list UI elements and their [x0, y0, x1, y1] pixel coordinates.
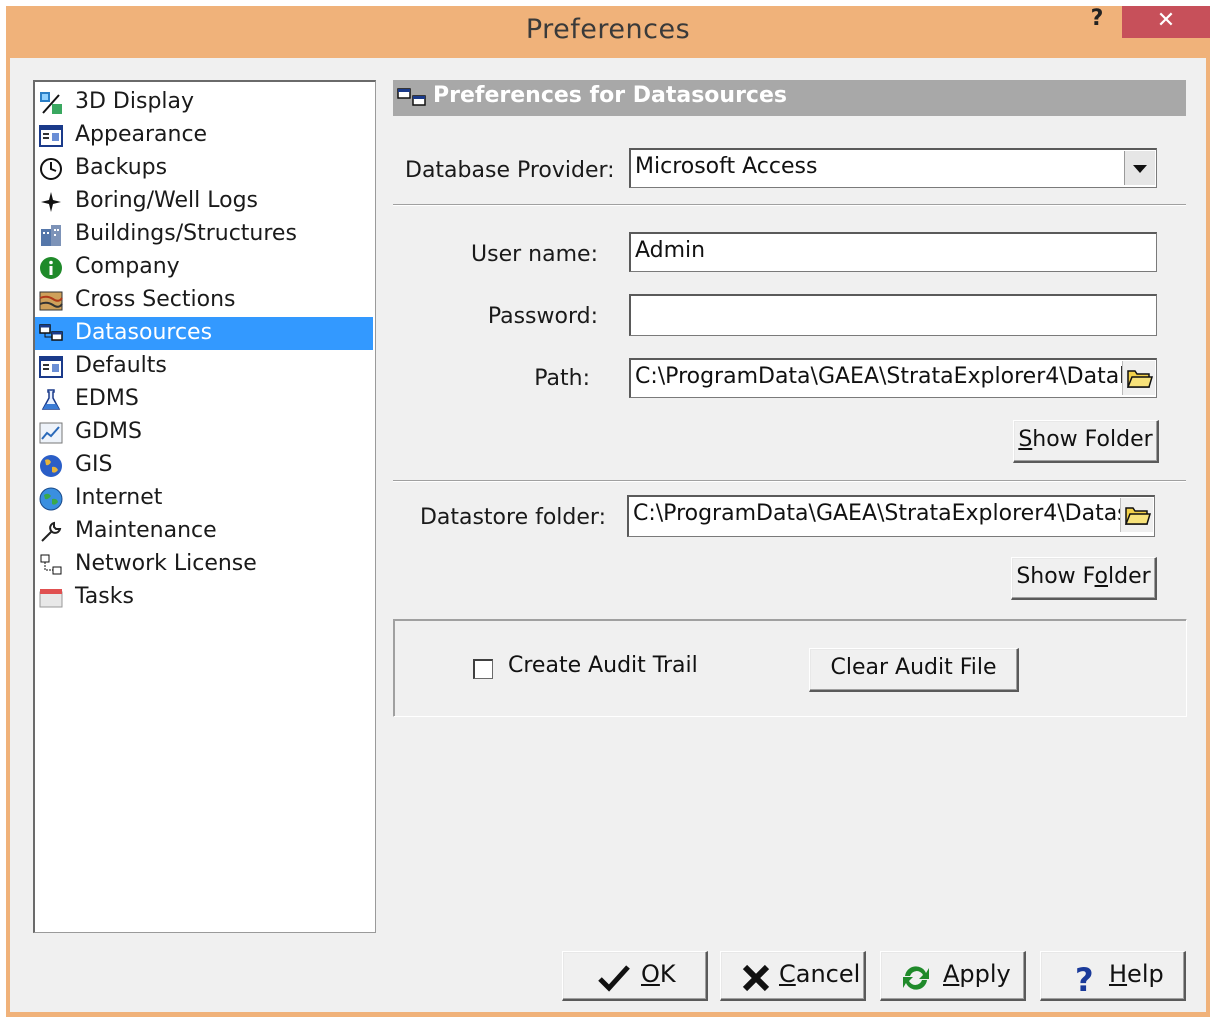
flask-icon	[41, 389, 61, 410]
divider	[393, 204, 1186, 206]
section-header-title: Preferences for Datasources	[433, 83, 787, 108]
create-audit-trail-checkbox[interactable]	[473, 659, 493, 679]
internet-globe-icon	[39, 487, 63, 511]
datasources-icon	[39, 324, 63, 341]
preferences-category-list[interactable]: 3D Display Appearance Backups Boring/Wel…	[33, 80, 376, 933]
clock-icon	[40, 158, 62, 180]
ok-button[interactable]: OK	[562, 951, 708, 1001]
browse-datastore-button[interactable]	[1120, 498, 1153, 532]
folder-icon	[1126, 370, 1154, 388]
divider	[393, 480, 1186, 482]
sidebar-item-3d-display[interactable]: 3D Display	[35, 86, 373, 119]
globe-icon	[40, 455, 62, 477]
path-field[interactable]: C:\ProgramData\GAEA\StrataExplorer4\Data…	[629, 358, 1157, 398]
provider-label: Database Provider:	[405, 158, 615, 183]
sidebar-item-buildings-structures[interactable]: Buildings/Structures	[35, 218, 373, 251]
appearance-icon	[39, 125, 63, 147]
sidebar-item-label: Cross Sections	[75, 287, 236, 312]
boring-star-icon	[41, 192, 61, 212]
sidebar-item-gdms[interactable]: GDMS	[35, 416, 373, 449]
sidebar-item-label: GIS	[75, 452, 113, 477]
sidebar-item-label: Appearance	[75, 122, 208, 147]
sidebar-item-datasources[interactable]: Datasources	[35, 317, 373, 350]
dialog-client-area: 3D Display Appearance Backups Boring/Wel…	[10, 58, 1206, 1012]
tasks-icon	[39, 589, 63, 608]
sidebar-item-network-license[interactable]: Network License	[35, 548, 373, 581]
sidebar-item-gis[interactable]: GIS	[35, 449, 373, 482]
sidebar-item-tasks[interactable]: Tasks	[35, 581, 373, 614]
window-title: Preferences	[525, 14, 691, 45]
username-value: Admin	[635, 238, 706, 263]
title-bar[interactable]: Preferences ? ✕	[6, 6, 1210, 58]
datastore-value: C:\ProgramData\GAEA\StrataExplorer4\Data…	[633, 501, 1138, 526]
show-folder-button[interactable]: Show Folder	[1013, 420, 1159, 463]
refresh-icon	[903, 966, 929, 990]
sidebar-item-label: Maintenance	[75, 518, 217, 543]
3d-display-icon	[40, 92, 62, 114]
buildings-icon	[41, 225, 61, 246]
sidebar-item-label: Company	[75, 254, 180, 279]
create-audit-trail-label: Create Audit Trail	[508, 653, 698, 678]
checkmark-icon	[598, 965, 630, 992]
svg-text:?: ?	[1075, 962, 1094, 994]
network-icon	[40, 554, 62, 575]
chart-icon	[39, 422, 63, 444]
wrench-icon	[41, 521, 62, 542]
sidebar-item-label: Network License	[75, 551, 257, 576]
preferences-window: Preferences ? ✕ 3D Display Appearance Ba…	[6, 6, 1210, 1017]
folder-icon	[1124, 507, 1152, 525]
browse-path-button[interactable]	[1122, 361, 1155, 395]
datasources-icon	[397, 88, 426, 106]
provider-value: Microsoft Access	[635, 154, 818, 179]
password-field[interactable]	[629, 294, 1157, 336]
sidebar-item-label: Buildings/Structures	[75, 221, 297, 246]
username-label: User name:	[471, 242, 598, 267]
section-header: Preferences for Datasources	[393, 80, 1186, 116]
sidebar-item-label: Defaults	[75, 353, 167, 378]
chevron-down-icon[interactable]	[1124, 151, 1155, 185]
datastore-folder-field[interactable]: C:\ProgramData\GAEA\StrataExplorer4\Data…	[627, 495, 1155, 537]
clear-audit-file-button[interactable]: Clear Audit File	[809, 648, 1019, 692]
password-label: Password:	[487, 304, 598, 329]
apply-button[interactable]: Apply	[880, 951, 1026, 1001]
defaults-icon	[39, 356, 63, 378]
database-provider-select[interactable]: Microsoft Access	[629, 148, 1157, 188]
sidebar-item-label: Backups	[75, 155, 168, 180]
sidebar-item-company[interactable]: Company	[35, 251, 373, 284]
sidebar-item-boring-well-logs[interactable]: Boring/Well Logs	[35, 185, 373, 218]
sidebar-item-internet[interactable]: Internet	[35, 482, 373, 515]
sidebar-item-cross-sections[interactable]: Cross Sections	[35, 284, 373, 317]
datastore-label: Datastore folder:	[419, 505, 606, 530]
info-icon	[40, 257, 62, 279]
sidebar-item-backups[interactable]: Backups	[35, 152, 373, 185]
help-button[interactable]: ? Help	[1040, 951, 1186, 1001]
sidebar-item-defaults[interactable]: Defaults	[35, 350, 373, 383]
close-button[interactable]: ✕	[1122, 6, 1210, 38]
path-value: C:\ProgramData\GAEA\StrataExplorer4\Data…	[635, 364, 1147, 389]
sidebar-item-label: 3D Display	[75, 89, 195, 114]
cancel-button[interactable]: Cancel	[720, 951, 866, 1001]
audit-group: Create Audit Trail Clear Audit File	[393, 619, 1187, 717]
sidebar-item-label: Tasks	[75, 584, 134, 609]
sidebar-item-label: Boring/Well Logs	[75, 188, 259, 213]
path-label: Path:	[534, 366, 590, 391]
sidebar-item-label: GDMS	[75, 419, 142, 444]
sidebar-item-label: Internet	[75, 485, 163, 510]
cross-sections-icon	[39, 291, 63, 311]
sidebar-item-maintenance[interactable]: Maintenance	[35, 515, 373, 548]
show-datastore-folder-button[interactable]: Show Folder	[1011, 557, 1157, 600]
sidebar-item-label: EDMS	[75, 386, 139, 411]
help-question-icon: ?	[1075, 962, 1094, 994]
sidebar-item-appearance[interactable]: Appearance	[35, 119, 373, 152]
sidebar-item-label: Datasources	[75, 320, 213, 345]
x-cancel-icon	[742, 964, 770, 992]
username-field[interactable]: Admin	[629, 232, 1157, 272]
help-question-icon[interactable]: ?	[1086, 6, 1108, 36]
sidebar-item-edms[interactable]: EDMS	[35, 383, 373, 416]
